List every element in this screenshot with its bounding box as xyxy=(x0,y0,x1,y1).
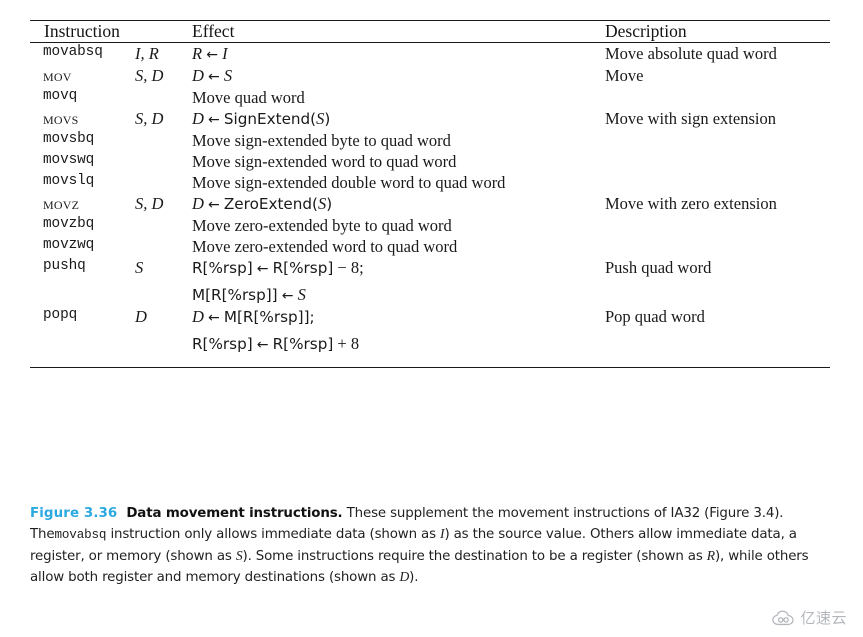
cloud-logo-icon xyxy=(772,610,796,626)
cell-effect: Move sign-extended byte to quad word xyxy=(192,130,605,151)
cell-instruction: movslq xyxy=(43,173,95,190)
table-row: MOVZ S, D D ← ZeroExtend(S) Move with ze… xyxy=(30,193,830,215)
cell-effect: D ← M[R[%rsp]]; R[%rsp] ← R[%rsp] + 8 xyxy=(192,307,360,353)
table-row: pushq S R[%rsp] ← R[%rsp] − 8; M[R[%rsp]… xyxy=(30,257,830,306)
cell-description: Move xyxy=(605,65,644,85)
instruction-table-body: movabsq I, R R ← I Move absolute quad wo… xyxy=(30,43,830,355)
cell-operands xyxy=(135,151,192,172)
figure-title: Data movement instructions. xyxy=(126,506,343,521)
cell-description: Push quad word xyxy=(605,258,712,278)
table-row: movswq Move sign-extended word to quad w… xyxy=(30,151,830,172)
cell-instruction: popq xyxy=(43,307,78,324)
cell-operands: S, D xyxy=(135,65,164,85)
table-row: MOV S, D D ← S Move xyxy=(30,65,830,87)
column-header-description: Description xyxy=(605,21,687,41)
caption-symbol-r: R xyxy=(706,547,715,563)
cell-description xyxy=(605,87,830,108)
effect-line: Move zero-extended word to quad word xyxy=(192,237,458,257)
cell-effect: D ← S xyxy=(192,65,233,85)
cell-instruction: movswq xyxy=(43,151,95,168)
cell-instruction: movabsq xyxy=(43,44,103,60)
cell-effect: R[%rsp] ← R[%rsp] − 8; M[R[%rsp]] ← S xyxy=(192,258,364,305)
cell-operands xyxy=(135,87,192,108)
cell-instruction: pushq xyxy=(43,258,86,275)
effect-line: Move sign-extended byte to quad word xyxy=(192,130,451,150)
figure-caption: Figure 3.36 Data movement instructions. T… xyxy=(30,504,836,589)
cell-operands xyxy=(135,236,192,257)
cell-instruction: MOVS xyxy=(43,108,79,128)
cell-effect: D ← SignExtend(S) xyxy=(192,108,331,128)
cell-instruction: MOVZ xyxy=(43,194,80,214)
cell-effect: Move sign-extended word to quad word xyxy=(192,151,605,172)
table-row: movabsq I, R R ← I Move absolute quad wo… xyxy=(30,43,830,65)
instruction-table: Instruction Effect Description xyxy=(30,21,830,42)
caption-text-6: ). xyxy=(409,570,419,586)
table-row: movzbq Move zero-extended byte to quad w… xyxy=(30,215,830,236)
caption-mono-movabsq: movabsq xyxy=(54,528,107,543)
table-row: movsbq Move sign-extended byte to quad w… xyxy=(30,130,830,151)
cell-instruction: MOV xyxy=(43,65,72,85)
cell-instruction: movsbq xyxy=(43,130,95,147)
cell-operands xyxy=(135,130,192,151)
cell-effect: Move zero-extended byte to quad word xyxy=(192,215,605,236)
cell-operands: I, R xyxy=(135,44,159,63)
cell-instruction: movzwq xyxy=(43,237,95,254)
cell-description xyxy=(605,172,830,193)
cell-effect: D ← ZeroExtend(S) xyxy=(192,194,333,214)
caption-text-4: ). Some instructions require the destina… xyxy=(242,548,703,564)
cell-operands: S xyxy=(135,258,144,278)
cell-operands: D xyxy=(135,307,147,327)
caption-symbol-s: S xyxy=(235,547,243,563)
effect-line: Move sign-extended double word to quad w… xyxy=(192,173,506,193)
table-row: MOVS S, D D ← SignExtend(S) Move with si… xyxy=(30,108,830,130)
table-header-row: Instruction Effect Description xyxy=(30,21,830,42)
table-row: movzwq Move zero-extended word to quad w… xyxy=(30,236,830,257)
watermark: 亿速云 xyxy=(772,607,847,628)
cell-operands: S, D xyxy=(135,108,164,128)
table-bottom-rule xyxy=(30,366,830,368)
column-header-instruction: Instruction xyxy=(44,21,120,41)
cell-operands: S, D xyxy=(135,194,164,214)
cell-description xyxy=(605,151,830,172)
cell-operands xyxy=(135,172,192,193)
cell-description: Move with zero extension xyxy=(605,194,777,214)
effect-line: Move zero-extended byte to quad word xyxy=(192,216,452,236)
cell-effect: Move zero-extended word to quad word xyxy=(192,236,605,257)
watermark-text: 亿速云 xyxy=(800,609,847,627)
table-row: movq Move quad word xyxy=(30,87,830,108)
effect-line: Move sign-extended word to quad word xyxy=(192,151,457,171)
column-header-effect: Effect xyxy=(192,21,235,41)
column-header-operands xyxy=(135,21,192,42)
cell-description: Move absolute quad word xyxy=(605,44,777,63)
cell-operands xyxy=(135,215,192,236)
cell-description: Pop quad word xyxy=(605,307,705,327)
data-movement-instructions-table: Instruction Effect Description movabsq I… xyxy=(30,20,830,368)
table-row: movslq Move sign-extended double word to… xyxy=(30,172,830,193)
cell-effect: Move sign-extended double word to quad w… xyxy=(192,172,605,193)
effect-line: Move quad word xyxy=(192,87,305,107)
cell-instruction: movzbq xyxy=(43,216,95,233)
cell-instruction: movq xyxy=(43,87,78,104)
caption-symbol-d: D xyxy=(399,569,410,585)
caption-text-2: instruction only allows immediate data (… xyxy=(110,527,436,543)
cell-description: Move with sign extension xyxy=(605,108,776,128)
figure-number: Figure 3.36 xyxy=(30,506,118,521)
table-row: popq D D ← M[R[%rsp]]; R[%rsp] ← R[%rsp]… xyxy=(30,306,830,355)
cell-effect: R ← I xyxy=(192,44,228,63)
cell-description xyxy=(605,215,830,236)
cell-effect: Move quad word xyxy=(192,87,605,108)
cell-description xyxy=(605,130,830,151)
figure-page: Instruction Effect Description movabsq I… xyxy=(0,0,863,637)
cell-description xyxy=(605,236,830,257)
